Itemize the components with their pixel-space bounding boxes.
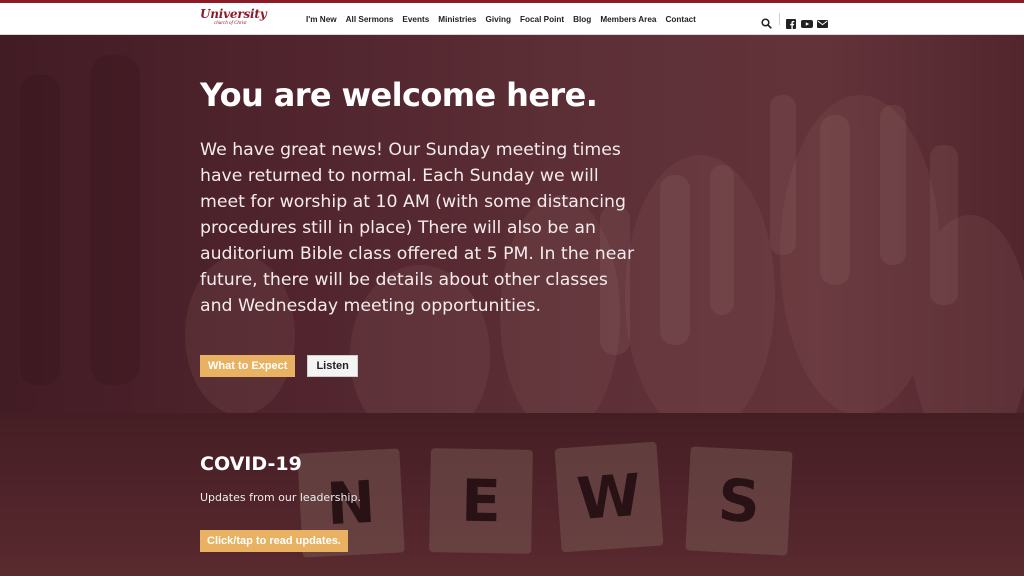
nav-ministries[interactable]: Ministries: [438, 15, 476, 24]
nav-im-new[interactable]: I'm New: [306, 15, 337, 24]
covid-title: COVID-19: [200, 453, 302, 475]
hero-buttons: What to Expect Listen: [200, 355, 640, 377]
nav-all-sermons[interactable]: All Sermons: [346, 15, 394, 24]
main-nav: I'm New All Sermons Events Ministries Gi…: [306, 3, 705, 35]
hero-section: You are welcome here. We have great news…: [0, 35, 1024, 413]
search-icon[interactable]: [761, 14, 772, 29]
nav-events[interactable]: Events: [402, 15, 429, 24]
nav-members-area[interactable]: Members Area: [600, 15, 656, 24]
what-to-expect-button[interactable]: What to Expect: [200, 355, 296, 377]
hero-content: You are welcome here. We have great news…: [200, 75, 640, 377]
header-separator: [779, 13, 780, 25]
covid-section: N E W S COVID-19 Updates from our leader…: [0, 413, 1024, 576]
listen-button[interactable]: Listen: [307, 355, 358, 377]
email-icon[interactable]: [817, 14, 828, 28]
read-updates-button[interactable]: Click/tap to read updates.: [200, 530, 348, 552]
covid-subtitle: Updates from our leadership.: [200, 491, 361, 504]
nav-focal-point[interactable]: Focal Point: [520, 15, 564, 24]
youtube-icon[interactable]: [801, 14, 813, 28]
nav-contact[interactable]: Contact: [665, 15, 695, 24]
hero-body: We have great news! Our Sunday meeting t…: [200, 140, 635, 316]
nav-blog[interactable]: Blog: [573, 15, 591, 24]
facebook-icon[interactable]: [786, 14, 797, 29]
covid-content: COVID-19 Updates from our leadership. Cl…: [200, 453, 600, 552]
hero-title: You are welcome here.: [200, 76, 598, 114]
logo-wordmark: University: [200, 7, 267, 21]
site-header: University church of Christ I'm New All …: [0, 3, 1024, 35]
site-logo[interactable]: University church of Christ: [200, 7, 267, 30]
nav-giving[interactable]: Giving: [486, 15, 511, 24]
header-actions: [761, 3, 828, 35]
logo-subtitle: church of Christ: [214, 21, 247, 26]
